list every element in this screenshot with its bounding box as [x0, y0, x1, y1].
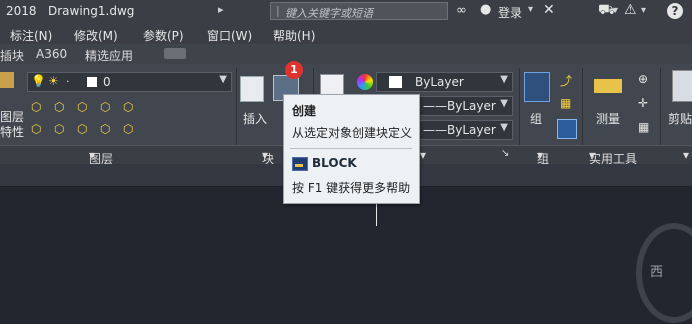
clipboard-dropdown-icon[interactable]: ▾: [683, 148, 689, 162]
insert-label[interactable]: 插入: [243, 110, 267, 127]
notification-badge: 1: [285, 61, 303, 79]
exchange-icon[interactable]: ✕: [543, 2, 555, 18]
tooltip-command-name: BLOCK: [312, 156, 357, 170]
user-icon[interactable]: ●: [480, 2, 491, 17]
panel-separator-3: [519, 68, 520, 146]
login-link[interactable]: 登录: [498, 4, 522, 21]
color-combo[interactable]: ByLayer ▼: [376, 72, 513, 92]
layer-properties-icon[interactable]: [0, 72, 14, 88]
panel-title-utilities[interactable]: 实用工具 ▾: [589, 148, 637, 166]
menu-help[interactable]: 帮助(H): [273, 27, 315, 44]
panel-separator-4: [582, 68, 583, 146]
viewcube-west-label[interactable]: 西: [650, 261, 663, 280]
group-icon[interactable]: [524, 72, 550, 102]
tab-featured-apps[interactable]: 精选应用: [85, 47, 133, 64]
tooltip-divider: [290, 148, 412, 149]
id-point-icon[interactable]: ⊕: [638, 72, 648, 86]
search-input[interactable]: | 键入关键字或短语: [270, 2, 448, 20]
panel-title-layers[interactable]: 图层 ▾: [89, 148, 113, 166]
lineweight-combo-line: ——: [423, 123, 447, 137]
sun-icon: ☀: [48, 74, 59, 88]
ribbon-tabs: 插块 A360 精选应用: [0, 44, 692, 65]
color-combo-swatch: [389, 76, 402, 88]
point-style-icon[interactable]: ✛: [638, 96, 648, 110]
connect-dropdown-icon[interactable]: ▾: [641, 5, 646, 16]
group-label[interactable]: 组: [530, 110, 542, 127]
block-command-icon: [292, 157, 308, 171]
app-year: 2018: [6, 4, 37, 18]
connect-icon[interactable]: ⚠: [624, 2, 637, 18]
menu-bar: 标注(N) 修改(M) 参数(P) 窗口(W) 帮助(H): [0, 24, 692, 44]
panel-title-block[interactable]: 块 ▾: [262, 148, 274, 166]
panel-separator-5: [660, 68, 661, 146]
calculator-icon[interactable]: ▦: [638, 120, 649, 134]
tab-a360[interactable]: A360: [36, 47, 67, 61]
panel-title-groups[interactable]: 组 ▾: [537, 148, 549, 166]
lineweight-combo[interactable]: —— ByLayer ▼: [418, 120, 513, 140]
menu-parametric[interactable]: 参数(P): [143, 27, 184, 44]
layer-tool-icon-5[interactable]: ⬡: [123, 100, 133, 114]
cart-dropdown-icon[interactable]: ▾: [613, 5, 618, 16]
tooltip-help-text: 按 F1 键获得更多帮助: [292, 181, 411, 195]
ribbon-minimize-button[interactable]: [164, 48, 186, 59]
linetype-combo-value: ByLayer: [447, 99, 496, 113]
layer-combo-arrow-icon: ▼: [219, 74, 227, 85]
tooltip-description: 从选定对象创建块定义: [292, 126, 413, 140]
lineweight-combo-arrow-icon: ▼: [500, 122, 508, 133]
color-swatch: [87, 77, 97, 87]
menu-modify[interactable]: 修改(M): [74, 27, 118, 44]
lock-icon: ᐧ: [66, 75, 70, 89]
ungroup-icon[interactable]: ⤴: [560, 72, 572, 89]
menu-window[interactable]: 窗口(W): [207, 27, 252, 44]
insert-block-icon[interactable]: [240, 76, 264, 102]
menu-dimension[interactable]: 标注(N): [10, 27, 52, 44]
tab-insert[interactable]: 插块: [0, 47, 24, 64]
paste-label[interactable]: 剪贴: [668, 110, 692, 127]
layer-tool-icon-4[interactable]: ⬡: [100, 100, 110, 114]
binoculars-icon[interactable]: ∞: [456, 3, 467, 18]
measure-label[interactable]: 测量: [596, 110, 620, 127]
layer-properties-label-2: 特性: [0, 125, 25, 139]
window-title: 2018 Drawing1.dwg: [6, 4, 134, 18]
search-caret: |: [276, 4, 280, 17]
panel-separator: [236, 68, 237, 146]
title-dropdown-icon[interactable]: ▸: [218, 3, 224, 16]
paste-icon[interactable]: [672, 70, 692, 102]
layer-tool-icon-6[interactable]: ⬡: [31, 122, 41, 136]
color-wheel-icon[interactable]: [357, 74, 373, 90]
drawing-canvas[interactable]: [0, 187, 692, 324]
layer-tool-icon-2[interactable]: ⬡: [54, 100, 64, 114]
title-bar: 2018 Drawing1.dwg ▸ | 键入关键字或短语 ∞ ● 登录 ▾ …: [0, 0, 692, 24]
group-select-icon[interactable]: [557, 119, 577, 139]
search-placeholder: 键入关键字或短语: [285, 7, 373, 20]
layer-combo-value: 0: [103, 75, 111, 89]
linetype-combo-arrow-icon: ▼: [500, 98, 508, 109]
linetype-combo-line: ——: [423, 99, 447, 113]
layer-tool-icon-1[interactable]: ⬡: [31, 100, 41, 114]
login-dropdown-icon[interactable]: ▾: [528, 4, 533, 15]
properties-launcher-icon[interactable]: ↘: [501, 148, 509, 159]
properties-dropdown-icon[interactable]: ▾: [420, 148, 426, 162]
layer-tool-icon-9[interactable]: ⬡: [100, 122, 110, 136]
group-edit-icon[interactable]: ▦: [560, 96, 571, 110]
color-combo-value: ByLayer: [415, 75, 464, 89]
help-icon[interactable]: ?: [667, 3, 683, 19]
layer-tool-icon-3[interactable]: ⬡: [77, 100, 87, 114]
color-combo-arrow-icon: ▼: [500, 74, 508, 85]
layer-combo[interactable]: 💡 ☀ ᐧ 0 ▼: [27, 72, 232, 92]
lineweight-combo-value: ByLayer: [447, 123, 496, 137]
layer-tool-icon-10[interactable]: ⬡: [123, 122, 133, 136]
layer-tool-icon-7[interactable]: ⬡: [54, 122, 64, 136]
tooltip-title: 创建: [292, 104, 317, 118]
document-name: Drawing1.dwg: [48, 4, 135, 18]
layer-tool-icon-8[interactable]: ⬡: [77, 122, 87, 136]
lightbulb-icon: 💡: [31, 74, 46, 88]
tooltip: 创建 从选定对象创建块定义 BLOCK 按 F1 键获得更多帮助: [283, 94, 420, 204]
measure-icon[interactable]: [594, 79, 622, 93]
linetype-combo[interactable]: —— ByLayer ▼: [418, 96, 513, 116]
